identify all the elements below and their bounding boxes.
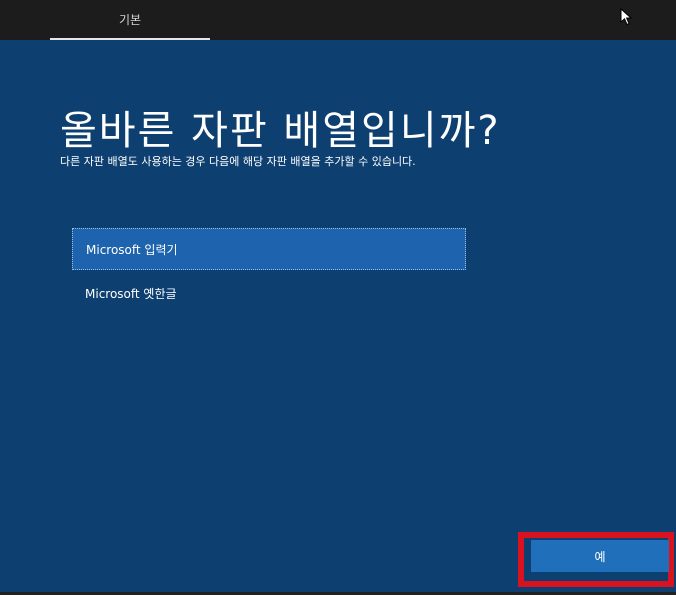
list-item-microsoft-old-hangul[interactable]: Microsoft 옛한글	[72, 272, 466, 314]
mouse-cursor-icon	[620, 8, 633, 26]
list-item-label: Microsoft 옛한글	[85, 286, 177, 301]
page-subtitle: 다른 자판 배열도 사용하는 경우 다음에 해당 자판 배열을 추가할 수 있습…	[60, 155, 416, 168]
tab-label: 기본	[118, 12, 142, 27]
keyboard-layout-list: Microsoft 입력기 Microsoft 옛한글	[72, 228, 466, 314]
yes-button[interactable]: 예	[531, 540, 669, 572]
list-item-label: Microsoft 입력기	[86, 242, 178, 257]
page-title: 올바른 자판 배열입니까?	[60, 108, 501, 154]
tab-basic[interactable]: 기본	[50, 0, 210, 40]
main-panel: 올바른 자판 배열입니까? 다른 자판 배열도 사용하는 경우 다음에 해당 자…	[0, 40, 676, 595]
list-item-microsoft-ime[interactable]: Microsoft 입력기	[72, 228, 466, 270]
top-bar: 기본	[0, 0, 676, 40]
